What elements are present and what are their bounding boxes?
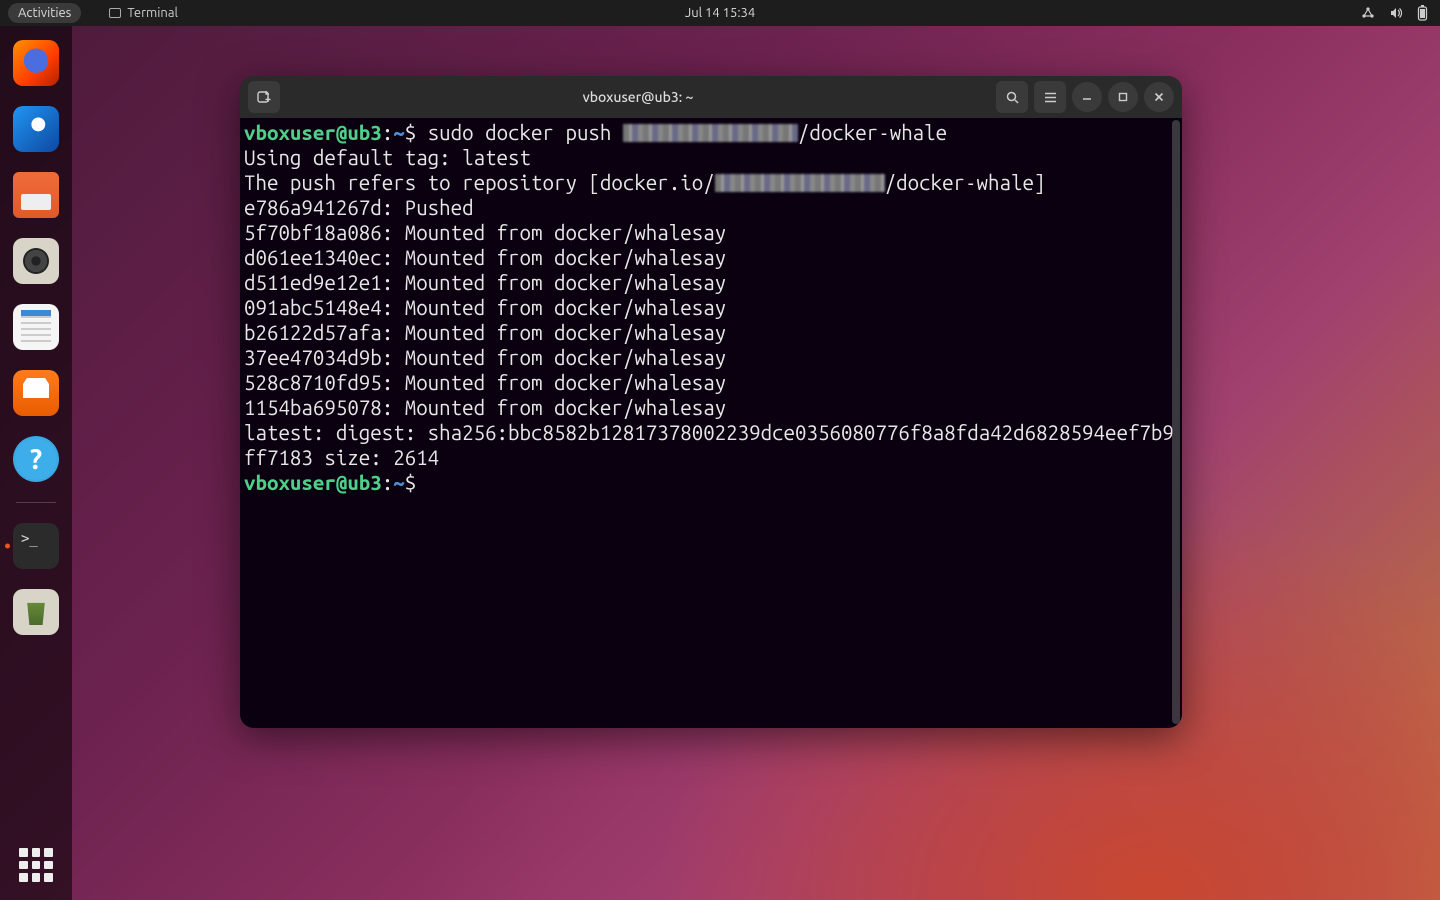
prompt-sep: : (382, 121, 393, 144)
prompt-path-2: ~ (393, 471, 404, 494)
battery-icon (1417, 5, 1428, 21)
maximize-button[interactable] (1108, 82, 1138, 112)
out-line-11: latest: digest: sha256:bbc8582b128173780… (244, 421, 1174, 469)
out-line-8: 37ee47034d9b: Mounted from docker/whales… (244, 346, 726, 369)
out-line-5: d511ed9e12e1: Mounted from docker/whales… (244, 271, 726, 294)
search-button[interactable] (996, 81, 1028, 113)
command-pre: sudo docker push (428, 121, 623, 144)
out-line-10: 1154ba695078: Mounted from docker/whales… (244, 396, 726, 419)
prompt-path: ~ (393, 121, 404, 144)
trash-icon[interactable] (13, 589, 59, 635)
out-line-0: Using default tag: latest (244, 146, 531, 169)
terminal-title: vboxuser@ub3: ~ (286, 89, 990, 105)
redacted-username (623, 124, 798, 142)
out-line-9: 528c8710fd95: Mounted from docker/whales… (244, 371, 726, 394)
prompt-user-2: vboxuser@ub3 (244, 471, 382, 494)
new-tab-button[interactable] (248, 81, 280, 113)
help-icon[interactable]: ? (13, 436, 59, 482)
redacted-repo (715, 174, 885, 192)
libreoffice-writer-icon[interactable] (13, 304, 59, 350)
system-status-area[interactable] (1361, 5, 1428, 21)
dock: ? (0, 26, 72, 900)
activities-button[interactable]: Activities (8, 3, 81, 23)
dock-separator (16, 502, 56, 503)
thunderbird-icon[interactable] (13, 106, 59, 152)
minimize-button[interactable] (1072, 82, 1102, 112)
out-line-1a: The push refers to repository [docker.io… (244, 171, 715, 194)
clock[interactable]: Jul 14 15:34 (685, 6, 755, 20)
active-app-name: Terminal (127, 6, 178, 20)
hamburger-menu-button[interactable] (1034, 81, 1066, 113)
ubuntu-software-icon[interactable] (13, 370, 59, 416)
terminal-output[interactable]: vboxuser@ub3:~$ sudo docker push /docker… (240, 118, 1182, 728)
top-bar: Activities Terminal Jul 14 15:34 (0, 0, 1440, 26)
command-post: /docker-whale (798, 121, 947, 144)
out-line-4: d061ee1340ec: Mounted from docker/whales… (244, 246, 726, 269)
terminal-scrollbar[interactable] (1172, 120, 1180, 724)
close-button[interactable] (1144, 82, 1174, 112)
prompt-dollar: $ (405, 121, 428, 144)
terminal-window: vboxuser@ub3: ~ vboxuser@ub3:~$ sudo doc… (240, 76, 1182, 728)
show-applications-button[interactable] (19, 848, 53, 882)
terminal-titlebar[interactable]: vboxuser@ub3: ~ (240, 76, 1182, 118)
firefox-icon[interactable] (13, 40, 59, 86)
network-icon (1361, 6, 1375, 20)
prompt-user: vboxuser@ub3 (244, 121, 382, 144)
prompt-sep-2: : (382, 471, 393, 494)
out-line-3: 5f70bf18a086: Mounted from docker/whales… (244, 221, 726, 244)
terminal-window-icon (109, 8, 121, 18)
rhythmbox-icon[interactable] (13, 238, 59, 284)
out-line-2: e786a941267d: Pushed (244, 196, 474, 219)
out-line-1b: /docker-whale] (885, 171, 1046, 194)
prompt-dollar-2: $ (405, 471, 428, 494)
out-line-6: 091abc5148e4: Mounted from docker/whales… (244, 296, 726, 319)
terminal-launcher-icon[interactable] (13, 523, 59, 569)
out-line-7: b26122d57afa: Mounted from docker/whales… (244, 321, 726, 344)
files-icon[interactable] (13, 172, 59, 218)
volume-icon (1389, 6, 1403, 20)
active-app-indicator[interactable]: Terminal (109, 6, 178, 20)
